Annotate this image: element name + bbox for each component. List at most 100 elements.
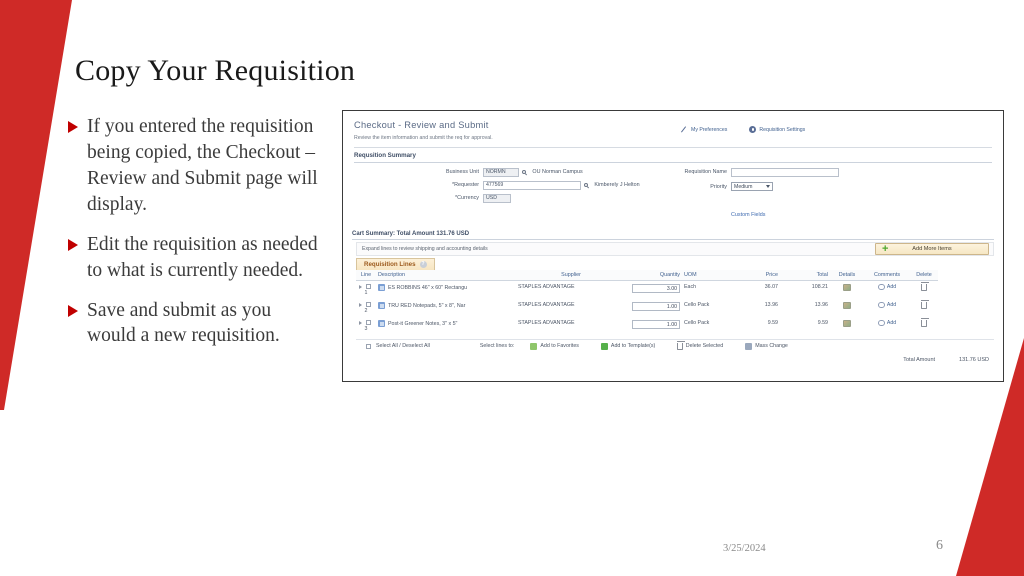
currency-row: *Currency USD bbox=[431, 194, 511, 203]
app-page-title: Checkout - Review and Submit bbox=[354, 120, 489, 130]
document-icon[interactable] bbox=[378, 320, 385, 327]
expand-arrow-icon[interactable] bbox=[359, 320, 363, 325]
row-delete-cell[interactable] bbox=[910, 317, 938, 335]
my-preferences-label: My Preferences bbox=[691, 126, 728, 133]
row-delete-cell[interactable] bbox=[910, 281, 938, 300]
row-delete-cell[interactable] bbox=[910, 299, 938, 317]
plus-icon: + bbox=[882, 243, 889, 256]
pen-icon bbox=[681, 126, 688, 133]
total-amount-label: Total Amount bbox=[903, 357, 936, 363]
requisition-summary-heading: Requsition Summary bbox=[354, 152, 992, 163]
document-icon[interactable] bbox=[378, 284, 385, 291]
row-line-cell: 2 bbox=[356, 299, 376, 317]
search-icon[interactable] bbox=[584, 183, 589, 188]
column-header-line: Line bbox=[356, 270, 376, 281]
template-icon bbox=[600, 342, 608, 350]
column-header-total: Total bbox=[780, 270, 830, 281]
column-header-description: Description bbox=[376, 270, 516, 281]
add-comment-label: Add bbox=[886, 302, 897, 309]
details-icon[interactable] bbox=[843, 284, 851, 291]
row-supplier: STAPLES ADVANTAGE bbox=[518, 284, 575, 290]
row-total: 9.59 bbox=[817, 320, 828, 326]
business-unit-row: Business Unit NORMN OU Norman Campus bbox=[431, 168, 583, 177]
comment-bubble-icon bbox=[877, 320, 885, 326]
add-to-templates-label: Add to Template(s) bbox=[610, 343, 656, 349]
bullet-marker-icon bbox=[68, 304, 78, 317]
delete-selected-button[interactable]: Delete Selected bbox=[676, 340, 723, 350]
quantity-input[interactable]: 1.00 bbox=[632, 320, 680, 329]
add-comment-label: Add bbox=[886, 284, 897, 291]
add-comment-label: Add bbox=[886, 320, 897, 327]
row-checkbox[interactable] bbox=[365, 284, 371, 290]
requisition-name-input[interactable] bbox=[731, 168, 839, 177]
list-item: Edit the requisition as needed to what i… bbox=[68, 232, 318, 284]
expand-arrow-icon[interactable] bbox=[359, 302, 363, 307]
column-header-delete: Delete bbox=[910, 270, 938, 281]
page-title: Copy Your Requisition bbox=[75, 54, 356, 87]
business-unit-input[interactable]: NORMN bbox=[483, 168, 519, 177]
select-all-checkbox[interactable] bbox=[366, 343, 371, 349]
add-to-templates-button[interactable]: Add to Template(s) bbox=[600, 342, 656, 350]
add-more-items-button[interactable]: + Add More Items bbox=[875, 242, 989, 256]
trash-icon bbox=[920, 300, 929, 309]
row-description-cell: Post-it Greener Notes, 3" x 5" bbox=[376, 317, 516, 335]
comment-bubble-icon bbox=[877, 284, 885, 290]
row-comments-cell[interactable]: Add bbox=[864, 281, 910, 300]
details-icon[interactable] bbox=[843, 320, 851, 327]
row-description-cell: TRU RED Notepads, 5" x 8", Nar bbox=[376, 299, 516, 317]
requester-label: *Requester bbox=[452, 182, 479, 189]
embedded-screenshot: Checkout - Review and Submit Review the … bbox=[342, 110, 1004, 382]
add-to-favorites-button[interactable]: Add to Favorites bbox=[530, 342, 579, 350]
line-number: 1 bbox=[364, 290, 368, 296]
requisition-settings-button[interactable]: Requisition Settings bbox=[749, 126, 805, 133]
cart-summary-heading: Cart Summary: Total Amount 131.76 USD bbox=[352, 231, 994, 240]
list-item-text: Edit the requisition as needed to what i… bbox=[87, 233, 318, 281]
app-page-subtitle: Review the item information and submit t… bbox=[354, 135, 493, 141]
my-preferences-button[interactable]: My Preferences bbox=[681, 126, 727, 133]
details-icon[interactable] bbox=[843, 302, 851, 309]
row-line-cell: 1 bbox=[356, 281, 376, 300]
column-header-price: Price bbox=[734, 270, 780, 281]
expand-lines-text: Expand lines to review shipping and acco… bbox=[362, 246, 488, 252]
quantity-input[interactable]: 3.00 bbox=[632, 284, 680, 293]
expand-arrow-icon[interactable] bbox=[359, 284, 363, 289]
requisition-lines-tab[interactable]: Requisition Lines ? bbox=[356, 258, 435, 270]
bullet-marker-icon bbox=[68, 121, 78, 133]
line-number: 2 bbox=[364, 308, 368, 314]
quantity-input[interactable]: 1.00 bbox=[632, 302, 680, 311]
column-header-comments: Comments bbox=[864, 270, 910, 281]
description-text: TRU RED Notepads, 5" x 8", Nar bbox=[388, 302, 466, 309]
favorites-icon bbox=[530, 342, 538, 350]
add-to-favorites-label: Add to Favorites bbox=[540, 343, 579, 349]
column-header-details: Details bbox=[830, 270, 864, 281]
list-item: If you entered the requisition being cop… bbox=[68, 114, 318, 218]
row-comments-cell[interactable]: Add bbox=[864, 317, 910, 335]
table-row: 2 TRU RED Notepads, 5" x 8", Nar STAPLES… bbox=[356, 299, 938, 317]
priority-select[interactable]: Medium bbox=[731, 182, 773, 191]
document-icon[interactable] bbox=[378, 302, 385, 309]
requisition-lines-table: Line Description Supplier Quantity UOM P… bbox=[356, 270, 938, 335]
row-total: 108.21 bbox=[811, 284, 828, 290]
list-item-text: If you entered the requisition being cop… bbox=[87, 116, 318, 215]
select-lines-to-label-group: Select lines to: bbox=[480, 343, 514, 349]
chevron-down-icon bbox=[766, 185, 770, 188]
search-icon[interactable] bbox=[522, 170, 527, 175]
row-price: 13.96 bbox=[764, 302, 778, 308]
requisition-name-label: Requisition Name bbox=[684, 169, 727, 176]
requester-input[interactable]: 477569 bbox=[483, 181, 581, 190]
priority-value: Medium bbox=[734, 183, 753, 190]
row-checkbox[interactable] bbox=[365, 302, 371, 308]
custom-fields-link[interactable]: Custom Fields bbox=[731, 212, 765, 218]
total-amount-row: Total Amount 131.76 USD bbox=[903, 357, 989, 363]
row-checkbox[interactable] bbox=[365, 320, 371, 326]
mass-change-button[interactable]: Mass Change bbox=[745, 342, 788, 350]
row-quantity-cell: 3.00 bbox=[626, 281, 682, 300]
help-icon[interactable]: ? bbox=[419, 260, 427, 268]
trash-icon bbox=[676, 340, 685, 350]
line-number: 3 bbox=[364, 326, 368, 332]
row-supplier: STAPLES ADVANTAGE bbox=[518, 320, 575, 326]
row-comments-cell[interactable]: Add bbox=[864, 299, 910, 317]
select-all-control[interactable]: Select All / Deselect All bbox=[366, 343, 430, 349]
app-toolbar: My Preferences Requisition Settings bbox=[681, 126, 805, 133]
table-action-bar: Select All / Deselect All Select lines t… bbox=[356, 339, 994, 352]
